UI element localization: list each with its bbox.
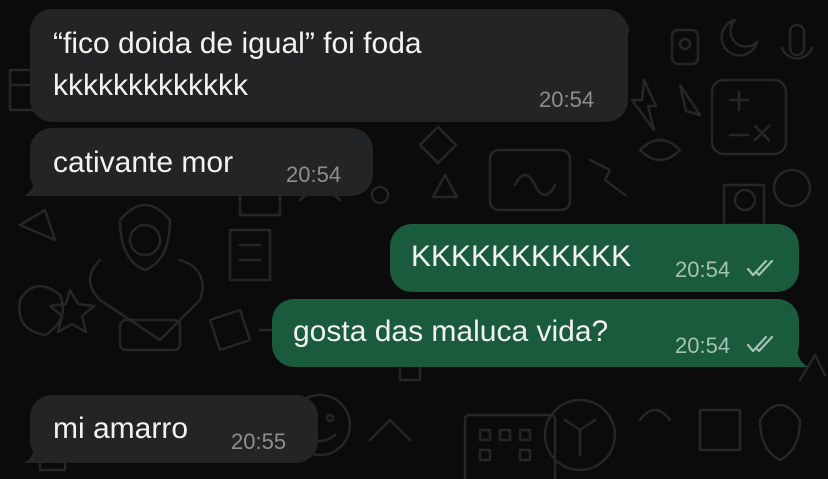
message-timestamp: 20:54 bbox=[286, 162, 342, 187]
message-timestamp: 20:54 bbox=[539, 87, 595, 112]
message-bubble-incoming[interactable]: “fico doida de igual” foi foda kkkkkkkkk… bbox=[30, 9, 628, 122]
message-text: “fico doida de igual” foi foda bbox=[53, 27, 422, 60]
message-bubble-incoming[interactable]: mi amarro 20:55 bbox=[30, 395, 318, 463]
double-check-read-icon bbox=[746, 259, 774, 277]
message-text: cativante mor bbox=[53, 146, 234, 179]
message-timestamp: 20:54 bbox=[675, 333, 731, 358]
message-text: kkkkkkkkkkkkk bbox=[53, 69, 248, 102]
message-timestamp: 20:55 bbox=[231, 429, 287, 454]
message-text: gosta das maluca vida? bbox=[293, 315, 609, 348]
message-text: mi amarro bbox=[53, 412, 189, 445]
message-bubble-outgoing[interactable]: gosta das maluca vida? 20:54 bbox=[272, 299, 799, 367]
message-bubble-incoming[interactable]: cativante mor 20:54 bbox=[30, 128, 373, 196]
message-bubble-outgoing[interactable]: KKKKKKKKKKK 20:54 bbox=[390, 224, 799, 292]
message-timestamp: 20:54 bbox=[675, 257, 731, 282]
message-text: KKKKKKKKKKK bbox=[411, 240, 632, 273]
double-check-read-icon bbox=[746, 335, 774, 353]
